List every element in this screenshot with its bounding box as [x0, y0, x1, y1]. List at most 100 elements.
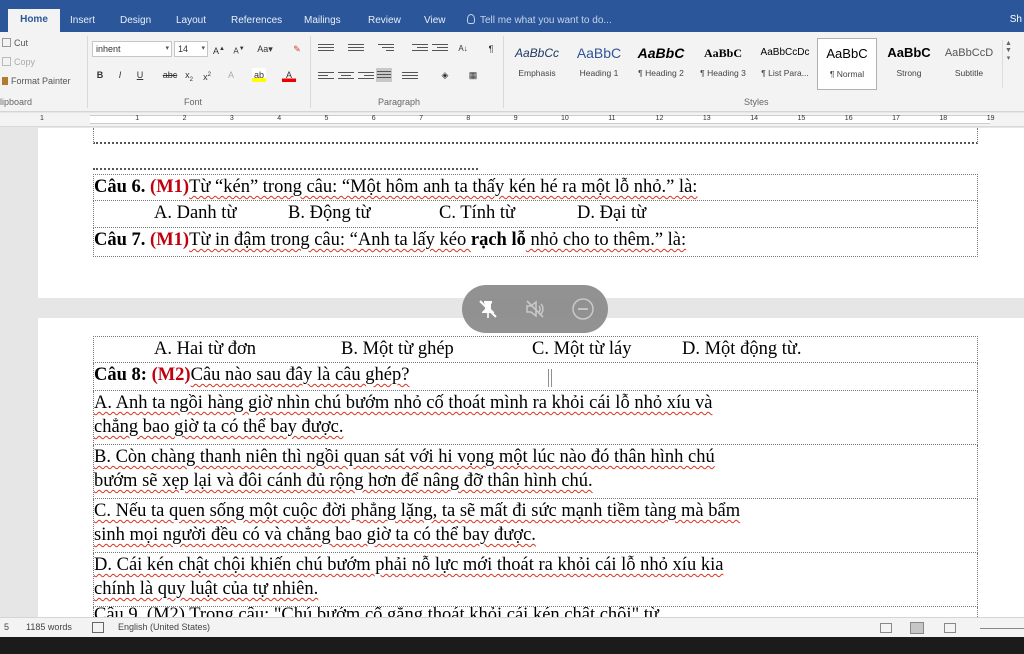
- font-group-label: Font: [184, 97, 203, 107]
- tab-home[interactable]: Home: [8, 9, 60, 32]
- style-strong[interactable]: AaBbC Strong: [879, 38, 939, 90]
- bullets-icon[interactable]: [318, 42, 334, 54]
- grow-font-button[interactable]: A▲: [212, 42, 226, 56]
- copy-button[interactable]: Copy: [2, 57, 35, 67]
- cut-button[interactable]: Cut: [2, 38, 28, 48]
- q6-option-c[interactable]: C. Tính từ: [439, 201, 577, 225]
- tab-layout[interactable]: Layout: [168, 10, 214, 32]
- ruler-number: 8: [466, 115, 471, 122]
- align-center-icon[interactable]: [338, 70, 354, 82]
- superscript-button[interactable]: x2: [200, 68, 214, 82]
- ruler-number: 18: [939, 115, 948, 122]
- q6-option-b[interactable]: B. Động từ: [288, 201, 439, 225]
- q7-option-d[interactable]: D. Một động từ.: [682, 337, 802, 361]
- question-6-options-row[interactable]: A. Danh từ B. Động từ C. Tính từ D. Đại từ: [93, 201, 978, 228]
- ruler-number: 13: [702, 115, 711, 122]
- page-indicator[interactable]: 5: [4, 622, 9, 632]
- q7-option-a[interactable]: A. Hai từ đơn: [154, 337, 341, 361]
- q6-option-d[interactable]: D. Đại từ: [577, 201, 646, 225]
- align-left-icon[interactable]: [318, 70, 334, 82]
- strikethrough-button[interactable]: abc: [160, 68, 180, 82]
- language-indicator[interactable]: English (United States): [118, 622, 210, 632]
- sort-icon[interactable]: A↓: [456, 42, 470, 56]
- style-heading-2[interactable]: AaBbC ¶ Heading 2: [631, 38, 691, 90]
- question-6-row[interactable]: Câu 6. (M1)Từ “kén” trong câu: “Một hôm …: [93, 174, 978, 201]
- page: A. Hai từ đơn B. Một từ ghép C. Một từ láy…: [38, 318, 1024, 617]
- ruler-number: 19: [986, 115, 995, 122]
- q7-option-b[interactable]: B. Một từ ghép: [341, 337, 532, 361]
- zoom-slider[interactable]: [980, 628, 1024, 629]
- print-layout-icon[interactable]: [910, 622, 924, 634]
- styles-gallery-scroll[interactable]: ▲ ▼ ▾: [1002, 40, 1014, 88]
- tab-view[interactable]: View: [416, 10, 454, 32]
- text-effects-icon[interactable]: A: [224, 68, 238, 82]
- q7-option-c[interactable]: C. Một từ láy: [532, 337, 682, 361]
- copy-icon: [2, 57, 11, 66]
- tab-insert[interactable]: Insert: [62, 10, 103, 32]
- decrease-indent-icon[interactable]: [412, 42, 428, 54]
- underline-button[interactable]: U: [133, 68, 147, 82]
- highlight-color-button[interactable]: ab: [252, 68, 266, 82]
- numbering-icon[interactable]: [348, 42, 364, 54]
- ruler-number: 1: [135, 115, 140, 122]
- mute-speaker-icon[interactable]: [523, 297, 547, 321]
- borders-icon[interactable]: ▦: [466, 68, 480, 82]
- clear-formatting-icon[interactable]: ✎: [290, 42, 304, 56]
- tab-mailings[interactable]: Mailings: [296, 10, 349, 32]
- ruler-number: 11: [608, 115, 616, 122]
- q8-option-c[interactable]: C. Nếu ta quen sống một cuộc đời phẳng l…: [93, 499, 978, 553]
- question-7-options-row[interactable]: A. Hai từ đơn B. Một từ ghép C. Một từ láy…: [93, 336, 978, 363]
- q8-option-a[interactable]: A. Anh ta ngồi hàng giờ nhìn chú bướm nh…: [93, 391, 978, 445]
- chevron-down-icon: ▾: [165, 45, 169, 52]
- italic-button[interactable]: I: [113, 68, 127, 82]
- question-9-row-cutoff[interactable]: Câu 9. (M2) Trong câu: "Chú bướm cố gắng…: [93, 607, 978, 617]
- q8-option-d[interactable]: D. Cái kén chật chội khiến chú bướm phải…: [93, 553, 978, 607]
- read-mode-icon[interactable]: [880, 623, 892, 633]
- ruler-number: 1: [40, 115, 44, 122]
- style-normal[interactable]: AaBbC ¶ Normal: [817, 38, 877, 90]
- font-size-dropdown[interactable]: 14 ▾: [174, 41, 208, 57]
- tell-me-box[interactable]: Tell me what you want to do...: [467, 10, 612, 32]
- change-case-button[interactable]: Aa▾: [254, 42, 276, 56]
- q8-option-b[interactable]: B. Còn chàng thanh niên thì ngồi quan sá…: [93, 445, 978, 499]
- font-color-button[interactable]: A: [282, 68, 296, 82]
- shrink-font-button[interactable]: A▼: [232, 42, 246, 56]
- justify-icon[interactable]: [376, 68, 392, 82]
- minimize-circle-icon[interactable]: [571, 297, 595, 321]
- q6-option-a[interactable]: A. Danh từ: [154, 201, 288, 225]
- line-spacing-icon[interactable]: [402, 70, 418, 82]
- subscript-button[interactable]: x2: [182, 68, 196, 83]
- question-7-row[interactable]: Câu 7. (M1)Từ in đậm trong câu: “Anh ta …: [93, 228, 978, 257]
- align-right-icon[interactable]: [358, 70, 374, 82]
- tab-review[interactable]: Review: [360, 10, 409, 32]
- pin-off-icon[interactable]: [476, 297, 500, 321]
- taskbar-strip: [0, 637, 1024, 654]
- word-count[interactable]: 1185 words: [26, 622, 72, 632]
- ruler-number: 9: [513, 115, 518, 122]
- proofing-icon[interactable]: [92, 622, 104, 633]
- show-formatting-icon[interactable]: ¶: [484, 42, 498, 56]
- style-heading-3[interactable]: AaBbC ¶ Heading 3: [693, 38, 753, 90]
- web-layout-icon[interactable]: [944, 623, 956, 633]
- style-list-paragraph[interactable]: AaBbCcDc ¶ List Para...: [755, 38, 815, 90]
- ruler-number: 4: [277, 115, 282, 122]
- font-name-dropdown[interactable]: inhent ▾: [92, 41, 172, 57]
- multilevel-list-icon[interactable]: [378, 42, 394, 54]
- ruler-track[interactable]: 1 1 2 3 4 5 6 7 8 9 10 11 12 13 14 15 16 17 18 19: [40, 115, 994, 124]
- ruler-number: 5: [324, 115, 329, 122]
- tab-design[interactable]: Design: [112, 10, 159, 32]
- tell-me-text: Tell me what you want to do...: [480, 15, 612, 26]
- increase-indent-icon[interactable]: [432, 42, 448, 54]
- screen-control-toolbar: [462, 285, 608, 333]
- bold-button[interactable]: B: [93, 68, 107, 82]
- style-subtitle[interactable]: AaBbCcD Subtitle: [939, 38, 999, 90]
- style-emphasis[interactable]: AaBbCc Emphasis: [507, 38, 567, 90]
- shading-icon[interactable]: ◈: [438, 68, 452, 82]
- share-button[interactable]: Sh: [1010, 14, 1022, 25]
- tab-references[interactable]: References: [223, 10, 290, 32]
- style-heading-1[interactable]: AaBbC Heading 1: [569, 38, 629, 90]
- ribbon-tab-bar: Home Insert Design Layout References Mai…: [0, 0, 1024, 32]
- page: Câu 6. (M1)Từ “kén” trong câu: “Một hôm …: [38, 128, 1024, 298]
- format-painter-button[interactable]: Format Painter: [2, 76, 71, 86]
- question-8-row[interactable]: Câu 8: (M2)Câu nào sau đây là câu ghép?: [93, 363, 978, 391]
